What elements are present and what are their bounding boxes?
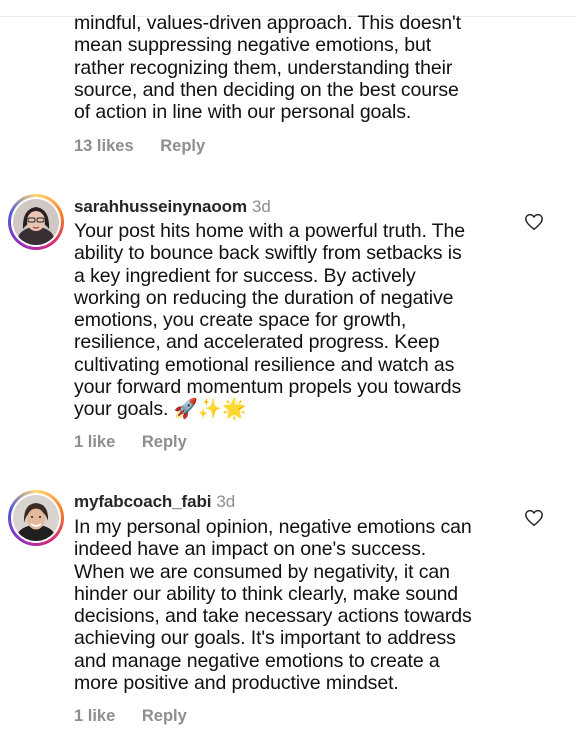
comment-text: mindful, values-driven approach. This do… bbox=[74, 12, 461, 124]
likes-count[interactable]: 1 like bbox=[74, 433, 115, 452]
timestamp: 3d bbox=[251, 197, 271, 216]
likes-count[interactable]: 13 likes bbox=[74, 137, 134, 156]
likes-count[interactable]: 1 like bbox=[74, 707, 115, 726]
comment-author[interactable]: sarahhusseinynaoom 3d bbox=[74, 197, 271, 217]
comment-meta: 1 like Reply bbox=[74, 433, 187, 452]
reply-button[interactable]: Reply bbox=[142, 707, 187, 726]
comment-author[interactable]: myfabcoach_fabi 3d bbox=[74, 492, 235, 512]
comment-text: Your post hits home with a powerful trut… bbox=[74, 220, 466, 421]
heart-outline-icon[interactable] bbox=[524, 509, 544, 527]
heart-outline-icon[interactable] bbox=[524, 213, 544, 231]
avatar-photo bbox=[13, 199, 59, 245]
timestamp: 3d bbox=[216, 492, 236, 511]
reply-button[interactable]: Reply bbox=[142, 433, 187, 452]
comment-meta: 13 likes Reply bbox=[74, 137, 205, 156]
reply-button[interactable]: Reply bbox=[160, 137, 205, 156]
avatar[interactable] bbox=[8, 194, 64, 250]
comment-text: In my personal opinion, negative emotion… bbox=[74, 516, 472, 695]
username[interactable]: myfabcoach_fabi bbox=[74, 492, 211, 511]
avatar[interactable] bbox=[8, 490, 64, 546]
avatar-photo bbox=[13, 495, 59, 541]
username[interactable]: sarahhusseinynaoom bbox=[74, 197, 247, 216]
comment-meta: 1 like Reply bbox=[74, 707, 187, 726]
